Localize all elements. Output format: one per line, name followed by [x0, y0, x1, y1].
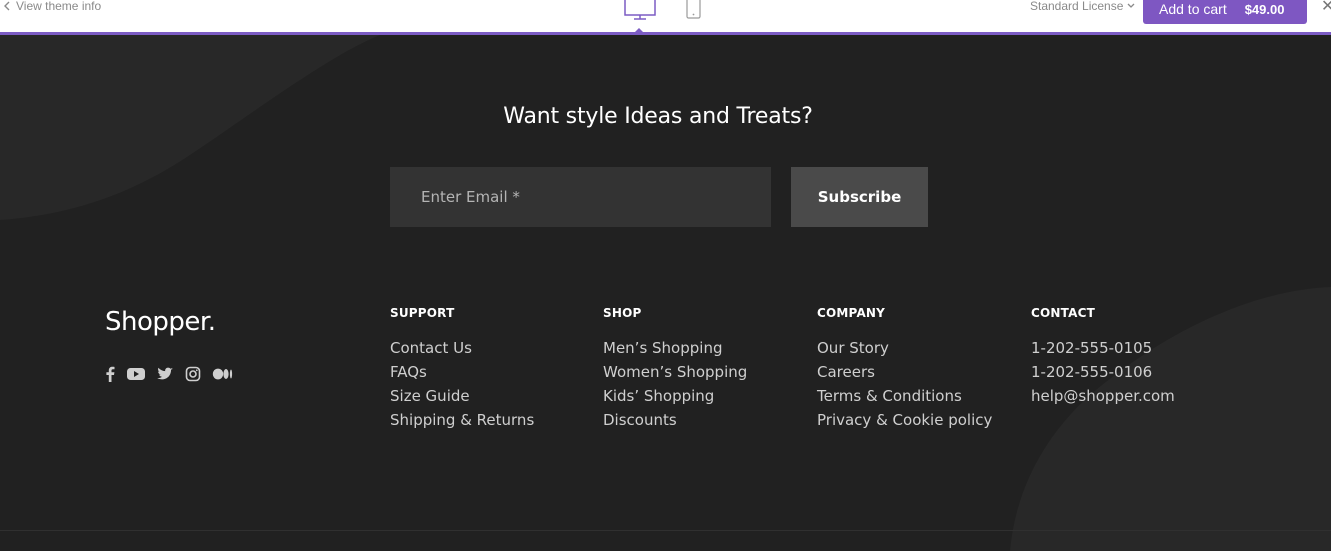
- newsletter-title: Want style Ideas and Treats?: [503, 104, 813, 129]
- close-icon[interactable]: ✕: [1321, 0, 1331, 15]
- desktop-icon: [624, 0, 656, 20]
- contact-phone-1[interactable]: 1-202-555-0105: [1031, 339, 1152, 357]
- medium-icon[interactable]: [212, 366, 234, 386]
- brand-logo[interactable]: Shopper.: [105, 307, 216, 337]
- footer-link-shipping-returns[interactable]: Shipping & Returns: [390, 411, 534, 429]
- twitter-icon[interactable]: [156, 366, 174, 386]
- footer-link-discounts[interactable]: Discounts: [603, 411, 677, 429]
- footer-link-kids-shopping[interactable]: Kids’ Shopping: [603, 387, 714, 405]
- preview-topbar: View theme info Standard License Add to …: [0, 0, 1331, 35]
- social-links: [104, 366, 234, 386]
- mobile-view-button[interactable]: [686, 0, 702, 24]
- footer-link-careers[interactable]: Careers: [817, 363, 875, 381]
- youtube-icon[interactable]: [126, 366, 146, 386]
- footer-column-shop: SHOP Men’s Shopping Women’s Shopping Kid…: [603, 306, 747, 435]
- contact-email[interactable]: help@shopper.com: [1031, 387, 1175, 405]
- instagram-icon[interactable]: [184, 366, 202, 386]
- price-label: $49.00: [1244, 1, 1285, 17]
- facebook-icon[interactable]: [104, 366, 116, 386]
- contact-phone-2[interactable]: 1-202-555-0106: [1031, 363, 1152, 381]
- view-theme-info-link[interactable]: View theme info: [4, 0, 101, 14]
- selected-device-indicator: [635, 28, 643, 32]
- footer-link-size-guide[interactable]: Size Guide: [390, 387, 470, 405]
- footer-link-womens-shopping[interactable]: Women’s Shopping: [603, 363, 747, 381]
- footer-link-privacy-cookie-policy[interactable]: Privacy & Cookie policy: [817, 411, 992, 429]
- add-to-cart-label: Add to cart: [1159, 1, 1227, 17]
- column-heading: SHOP: [603, 306, 642, 320]
- footer-column-support: SUPPORT Contact Us FAQs Size Guide Shipp…: [390, 306, 534, 435]
- license-dropdown[interactable]: Standard License: [1030, 0, 1135, 14]
- footer-link-contact-us[interactable]: Contact Us: [390, 339, 472, 357]
- subscribe-button[interactable]: Subscribe: [791, 167, 928, 227]
- footer-link-our-story[interactable]: Our Story: [817, 339, 889, 357]
- column-heading: COMPANY: [817, 306, 886, 320]
- footer-link-terms-conditions[interactable]: Terms & Conditions: [817, 387, 962, 405]
- footer-column-contact: CONTACT 1-202-555-0105 1-202-555-0106 he…: [1031, 306, 1175, 411]
- add-to-cart-button[interactable]: Add to cart $49.00: [1143, 0, 1307, 24]
- chevron-down-icon: [1127, 3, 1135, 8]
- footer-link-faqs[interactable]: FAQs: [390, 363, 427, 381]
- footer-column-company: COMPANY Our Story Careers Terms & Condit…: [817, 306, 992, 435]
- license-label: Standard License: [1030, 0, 1124, 13]
- mobile-icon: [686, 0, 701, 19]
- column-heading: CONTACT: [1031, 306, 1095, 320]
- footer-link-mens-shopping[interactable]: Men’s Shopping: [603, 339, 722, 357]
- column-heading: SUPPORT: [390, 306, 455, 320]
- view-theme-info-label: View theme info: [16, 0, 102, 13]
- site-footer: Want style Ideas and Treats? Subscribe S…: [0, 35, 1331, 551]
- desktop-view-button[interactable]: [624, 0, 658, 26]
- footer-divider: [0, 530, 1331, 531]
- chevron-left-icon: [4, 1, 10, 11]
- email-input[interactable]: [390, 167, 771, 227]
